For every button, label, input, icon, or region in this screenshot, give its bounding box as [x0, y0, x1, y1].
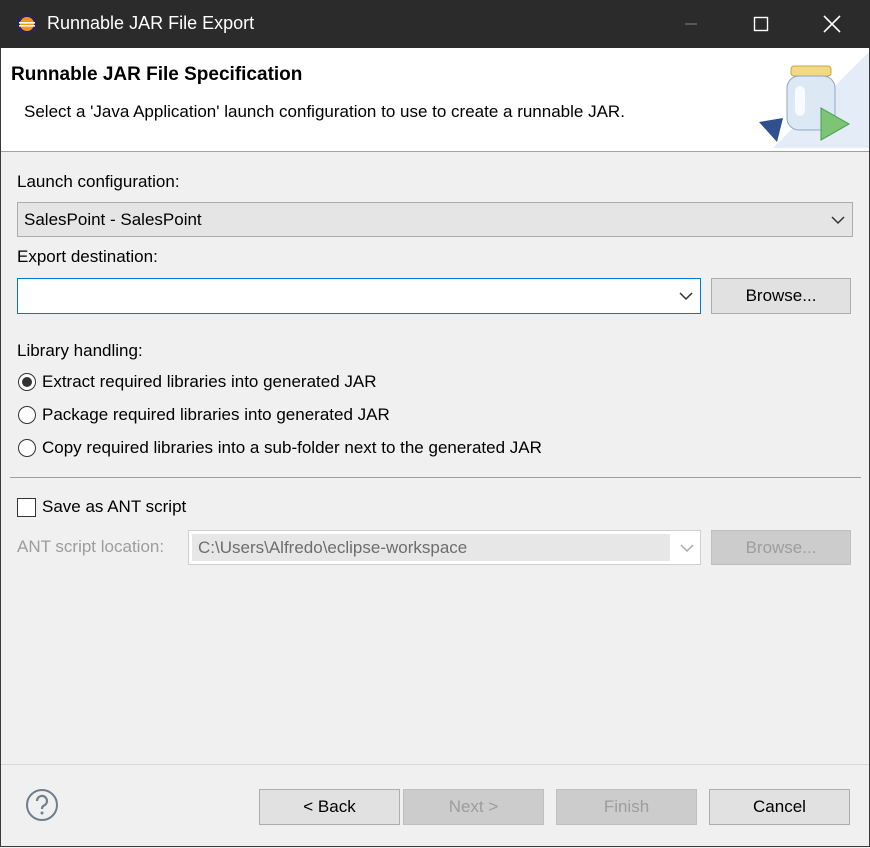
library-option-label: Copy required libraries into a sub-folde…: [42, 438, 542, 457]
back-button[interactable]: < Back: [259, 789, 400, 825]
launch-configuration-select[interactable]: SalesPoint - SalesPoint: [17, 202, 853, 237]
library-option-package[interactable]: Package required libraries into generate…: [18, 405, 618, 427]
save-ant-script-checkbox[interactable]: [17, 498, 36, 517]
launch-configuration-label: Launch configuration:: [17, 172, 180, 191]
cancel-button[interactable]: Cancel: [709, 789, 850, 825]
ant-script-location-value: C:\Users\Alfredo\eclipse-workspace: [198, 538, 468, 557]
help-icon[interactable]: [25, 788, 59, 822]
export-destination-input[interactable]: [17, 278, 701, 314]
ant-browse-button: Browse...: [711, 530, 851, 565]
ant-script-location-input: C:\Users\Alfredo\eclipse-workspace: [188, 530, 701, 565]
wizard-banner: Runnable JAR File Specification Select a…: [1, 48, 869, 152]
export-destination-label: Export destination:: [17, 247, 158, 266]
minimize-icon: [685, 23, 697, 25]
page-title: Runnable JAR File Specification: [11, 64, 303, 85]
chevron-down-icon: [831, 216, 845, 225]
chevron-down-icon[interactable]: [678, 288, 694, 304]
destination-browse-button[interactable]: Browse...: [711, 278, 851, 314]
close-button[interactable]: [803, 0, 861, 48]
maximize-button[interactable]: [732, 0, 790, 48]
save-ant-script-option[interactable]: Save as ANT script: [17, 497, 317, 519]
radio-button[interactable]: [18, 406, 36, 424]
jar-export-wizard-icon: [759, 52, 869, 148]
library-handling-label: Library handling:: [17, 341, 143, 360]
save-ant-script-label: Save as ANT script: [42, 497, 187, 516]
close-icon: [823, 15, 841, 33]
library-option-label: Package required libraries into generate…: [42, 405, 390, 424]
eclipse-icon: [17, 14, 37, 34]
maximize-icon: [753, 16, 769, 32]
chevron-down-icon: [680, 544, 694, 553]
radio-button[interactable]: [18, 439, 36, 457]
library-option-label: Extract required libraries into generate…: [42, 372, 377, 391]
ant-script-location-label: ANT script location:: [17, 537, 165, 556]
next-button: Next >: [403, 789, 544, 825]
footer-divider: [1, 764, 869, 765]
launch-configuration-value: SalesPoint - SalesPoint: [24, 210, 202, 229]
minimize-button[interactable]: [662, 0, 720, 48]
window-title: Runnable JAR File Export: [47, 13, 255, 33]
page-description: Select a 'Java Application' launch confi…: [24, 102, 625, 121]
library-option-copy[interactable]: Copy required libraries into a sub-folde…: [18, 438, 718, 460]
radio-selected-dot: [22, 377, 32, 387]
finish-button: Finish: [556, 789, 697, 825]
library-option-extract[interactable]: Extract required libraries into generate…: [18, 372, 618, 394]
title-bar: Runnable JAR File Export: [0, 0, 870, 48]
radio-button[interactable]: [18, 373, 36, 391]
section-divider: [10, 477, 861, 478]
